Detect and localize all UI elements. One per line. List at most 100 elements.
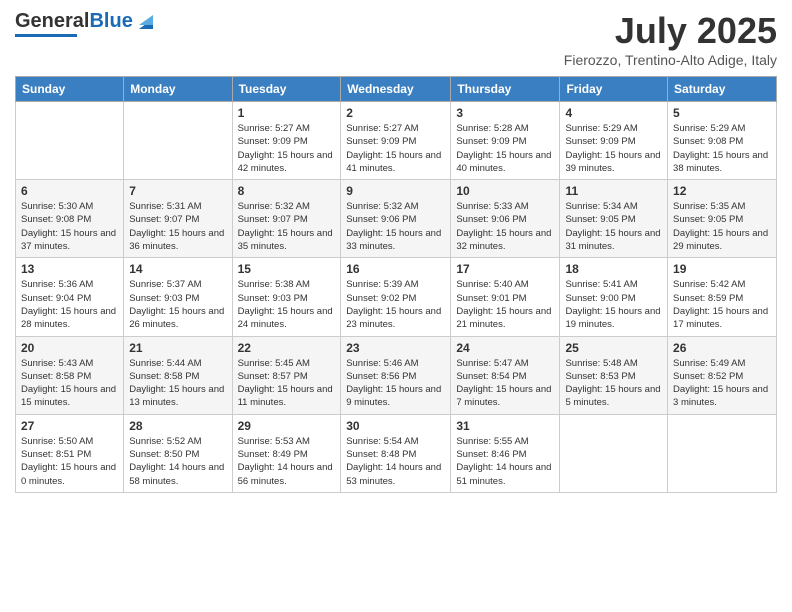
col-thursday: Thursday [451, 77, 560, 102]
day-number: 6 [21, 184, 118, 198]
day-number: 28 [129, 419, 226, 433]
day-number: 15 [238, 262, 336, 276]
logo-underline [15, 34, 77, 37]
table-row: 26Sunrise: 5:49 AM Sunset: 8:52 PM Dayli… [668, 336, 777, 414]
day-info: Sunrise: 5:48 AM Sunset: 8:53 PM Dayligh… [565, 357, 662, 410]
day-info: Sunrise: 5:47 AM Sunset: 8:54 PM Dayligh… [456, 357, 554, 410]
col-friday: Friday [560, 77, 668, 102]
col-wednesday: Wednesday [341, 77, 451, 102]
table-row: 18 Sunrise: 5:41 AM Sunset: 9:00 PM Dayli… [560, 258, 668, 336]
day-number: 5 [673, 106, 771, 120]
calendar-week-row: 6Sunrise: 5:30 AM Sunset: 9:08 PM Daylig… [16, 180, 777, 258]
table-row: 28 Sunrise: 5:52 AM Sunset: 8:50 PM Dayli… [124, 414, 232, 492]
day-number: 7 [129, 184, 226, 198]
day-number: 18 [565, 262, 662, 276]
day-number: 9 [346, 184, 445, 198]
table-row: 29 Sunrise: 5:53 AM Sunset: 8:49 PM Dayli… [232, 414, 341, 492]
logo-general: General [15, 10, 89, 33]
col-saturday: Saturday [668, 77, 777, 102]
day-number: 8 [238, 184, 336, 198]
day-info: Sunrise: 5:44 AM Sunset: 8:58 PM Dayligh… [129, 357, 226, 410]
table-row: 13 Sunrise: 5:36 AM Sunset: 9:04 PM Dayli… [16, 258, 124, 336]
table-row: 4 Sunrise: 5:29 AM Sunset: 9:09 PM Daylig… [560, 102, 668, 180]
col-tuesday: Tuesday [232, 77, 341, 102]
table-row: 11Sunrise: 5:34 AM Sunset: 9:05 PM Dayli… [560, 180, 668, 258]
day-number: 13 [21, 262, 118, 276]
table-row [16, 102, 124, 180]
table-row: 17Sunrise: 5:40 AM Sunset: 9:01 PM Dayli… [451, 258, 560, 336]
calendar-week-row: 1 Sunrise: 5:27 AM Sunset: 9:09 PM Daylig… [16, 102, 777, 180]
day-info: Sunrise: 5:39 AM Sunset: 9:02 PM Dayligh… [346, 278, 445, 331]
day-info: Sunrise: 5:32 AM Sunset: 9:07 PM Dayligh… [238, 200, 336, 253]
day-info: Sunrise: 5:45 AM Sunset: 8:57 PM Dayligh… [238, 357, 336, 410]
day-number: 4 [565, 106, 662, 120]
table-row: 5 Sunrise: 5:29 AM Sunset: 9:08 PM Daylig… [668, 102, 777, 180]
day-number: 22 [238, 341, 336, 355]
day-number: 2 [346, 106, 445, 120]
table-row: 15 Sunrise: 5:38 AM Sunset: 9:03 PM Dayli… [232, 258, 341, 336]
table-row: 14 Sunrise: 5:37 AM Sunset: 9:03 PM Dayli… [124, 258, 232, 336]
day-number: 30 [346, 419, 445, 433]
table-row: 10Sunrise: 5:33 AM Sunset: 9:06 PM Dayli… [451, 180, 560, 258]
day-number: 12 [673, 184, 771, 198]
day-info: Sunrise: 5:37 AM Sunset: 9:03 PM Dayligh… [129, 278, 226, 331]
table-row: 22 Sunrise: 5:45 AM Sunset: 8:57 PM Dayli… [232, 336, 341, 414]
table-row: 27Sunrise: 5:50 AM Sunset: 8:51 PM Dayli… [16, 414, 124, 492]
table-row [668, 414, 777, 492]
day-number: 29 [238, 419, 336, 433]
day-info: Sunrise: 5:27 AM Sunset: 9:09 PM Dayligh… [346, 122, 445, 175]
day-info: Sunrise: 5:46 AM Sunset: 8:56 PM Dayligh… [346, 357, 445, 410]
day-info: Sunrise: 5:35 AM Sunset: 9:05 PM Dayligh… [673, 200, 771, 253]
table-row: 2 Sunrise: 5:27 AM Sunset: 9:09 PM Daylig… [341, 102, 451, 180]
day-info: Sunrise: 5:54 AM Sunset: 8:48 PM Dayligh… [346, 435, 445, 488]
day-number: 20 [21, 341, 118, 355]
col-monday: Monday [124, 77, 232, 102]
logo-blue: Blue [89, 10, 132, 33]
table-row [560, 414, 668, 492]
header: General Blue July 2025 Fierozzo, Trentin… [15, 10, 777, 68]
logo: General Blue [15, 10, 157, 37]
day-info: Sunrise: 5:52 AM Sunset: 8:50 PM Dayligh… [129, 435, 226, 488]
table-row: 23 Sunrise: 5:46 AM Sunset: 8:56 PM Dayli… [341, 336, 451, 414]
day-number: 23 [346, 341, 445, 355]
day-number: 19 [673, 262, 771, 276]
page: General Blue July 2025 Fierozzo, Trentin… [0, 0, 792, 612]
day-number: 17 [456, 262, 554, 276]
day-info: Sunrise: 5:27 AM Sunset: 9:09 PM Dayligh… [238, 122, 336, 175]
day-info: Sunrise: 5:53 AM Sunset: 8:49 PM Dayligh… [238, 435, 336, 488]
day-info: Sunrise: 5:38 AM Sunset: 9:03 PM Dayligh… [238, 278, 336, 331]
calendar-header-row: Sunday Monday Tuesday Wednesday Thursday… [16, 77, 777, 102]
calendar-week-row: 20 Sunrise: 5:43 AM Sunset: 8:58 PM Dayli… [16, 336, 777, 414]
day-info: Sunrise: 5:29 AM Sunset: 9:08 PM Dayligh… [673, 122, 771, 175]
day-number: 14 [129, 262, 226, 276]
table-row: 3 Sunrise: 5:28 AM Sunset: 9:09 PM Daylig… [451, 102, 560, 180]
day-number: 31 [456, 419, 554, 433]
day-number: 25 [565, 341, 662, 355]
day-number: 3 [456, 106, 554, 120]
table-row: 30 Sunrise: 5:54 AM Sunset: 8:48 PM Dayli… [341, 414, 451, 492]
day-number: 16 [346, 262, 445, 276]
day-info: Sunrise: 5:31 AM Sunset: 9:07 PM Dayligh… [129, 200, 226, 253]
day-info: Sunrise: 5:43 AM Sunset: 8:58 PM Dayligh… [21, 357, 118, 410]
title-block: July 2025 Fierozzo, Trentino-Alto Adige,… [564, 10, 777, 68]
day-info: Sunrise: 5:55 AM Sunset: 8:46 PM Dayligh… [456, 435, 554, 488]
table-row: 7 Sunrise: 5:31 AM Sunset: 9:07 PM Daylig… [124, 180, 232, 258]
table-row: 21Sunrise: 5:44 AM Sunset: 8:58 PM Dayli… [124, 336, 232, 414]
day-info: Sunrise: 5:41 AM Sunset: 9:00 PM Dayligh… [565, 278, 662, 331]
table-row: 24Sunrise: 5:47 AM Sunset: 8:54 PM Dayli… [451, 336, 560, 414]
day-info: Sunrise: 5:42 AM Sunset: 8:59 PM Dayligh… [673, 278, 771, 331]
table-row [124, 102, 232, 180]
day-info: Sunrise: 5:29 AM Sunset: 9:09 PM Dayligh… [565, 122, 662, 175]
table-row: 1 Sunrise: 5:27 AM Sunset: 9:09 PM Daylig… [232, 102, 341, 180]
table-row: 16 Sunrise: 5:39 AM Sunset: 9:02 PM Dayli… [341, 258, 451, 336]
calendar: Sunday Monday Tuesday Wednesday Thursday… [15, 76, 777, 493]
day-number: 1 [238, 106, 336, 120]
day-info: Sunrise: 5:36 AM Sunset: 9:04 PM Dayligh… [21, 278, 118, 331]
calendar-week-row: 27Sunrise: 5:50 AM Sunset: 8:51 PM Dayli… [16, 414, 777, 492]
table-row: 8 Sunrise: 5:32 AM Sunset: 9:07 PM Daylig… [232, 180, 341, 258]
day-info: Sunrise: 5:28 AM Sunset: 9:09 PM Dayligh… [456, 122, 554, 175]
table-row: 9Sunrise: 5:32 AM Sunset: 9:06 PM Daylig… [341, 180, 451, 258]
table-row: 6Sunrise: 5:30 AM Sunset: 9:08 PM Daylig… [16, 180, 124, 258]
day-info: Sunrise: 5:49 AM Sunset: 8:52 PM Dayligh… [673, 357, 771, 410]
table-row: 12 Sunrise: 5:35 AM Sunset: 9:05 PM Dayli… [668, 180, 777, 258]
